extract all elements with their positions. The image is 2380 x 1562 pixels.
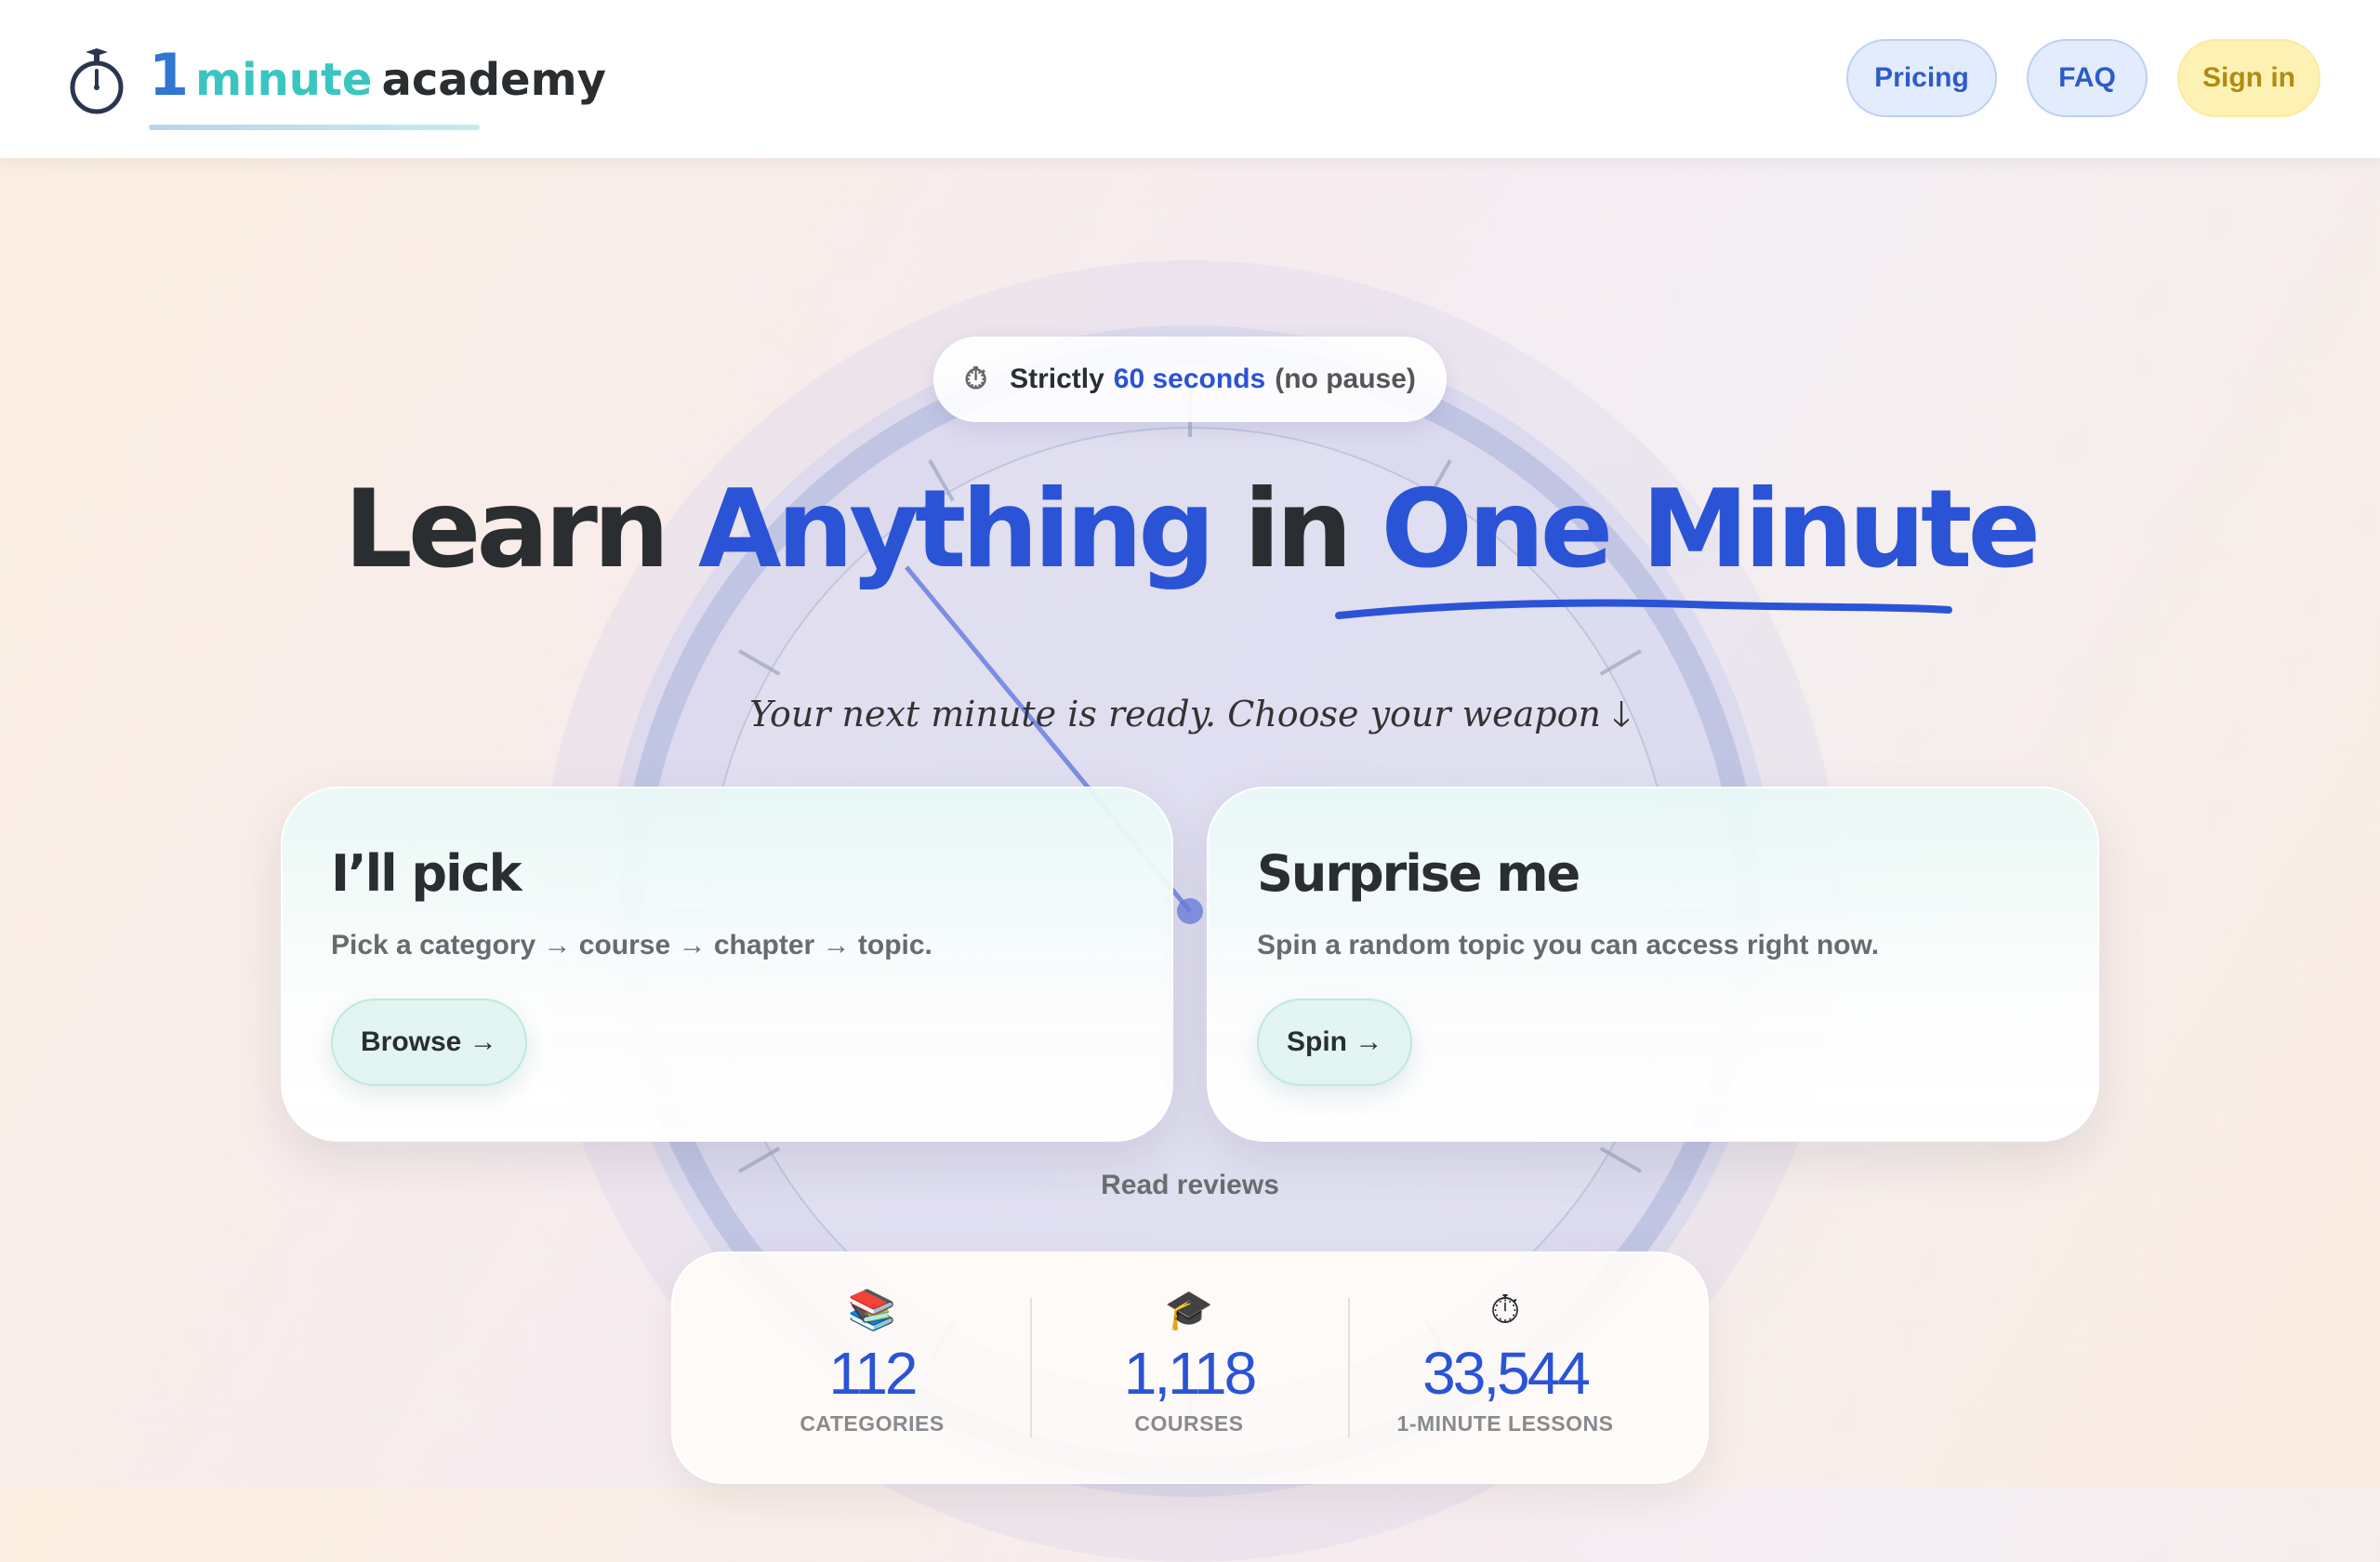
stopwatch-icon: ⏱: [964, 362, 988, 395]
faq-button[interactable]: FAQ: [2027, 39, 2148, 117]
badge-prefix: Strictly: [1010, 364, 1104, 394]
top-header: 1 minute academy Pricing FAQ Sign in: [0, 0, 2380, 158]
logo-text: 1 minute academy: [149, 46, 606, 104]
surprise-card[interactable]: Surprise me Spin a random topic you can …: [1207, 787, 2099, 1142]
stat-label: COURSES: [1134, 1411, 1244, 1436]
books-icon: 📚: [847, 1287, 897, 1332]
headline-word-in: in: [1243, 467, 1353, 592]
hero-headline: Learn Anything in One Minute: [0, 465, 2380, 594]
headline-one-minute: One Minute: [1381, 467, 2041, 592]
pick-card-title: I’ll pick: [331, 844, 522, 903]
headline-word-anything: Anything: [697, 467, 1215, 592]
stopwatch-icon: ⏱: [1489, 1287, 1521, 1332]
graduation-cap-icon: 🎓: [1164, 1287, 1214, 1332]
stat-value: 112: [828, 1340, 918, 1407]
logo-word-minute: minute: [195, 54, 373, 106]
arrow-down-icon: 🡓: [1612, 694, 1631, 735]
time-limit-badge: ⏱ Strictly 60 seconds (no pause): [933, 337, 1447, 422]
pricing-button[interactable]: Pricing: [1846, 39, 1997, 117]
pick-card-description: Pick a category → course → chapter → top…: [331, 930, 932, 960]
headline-word-learn: Learn: [343, 467, 670, 592]
logo-number: 1: [149, 41, 189, 109]
stat-value: 1,118: [1123, 1340, 1257, 1407]
read-reviews-link[interactable]: Read reviews: [0, 1170, 2380, 1201]
surprise-card-title: Surprise me: [1257, 844, 1580, 903]
stopwatch-logo-icon: [70, 48, 124, 114]
tagline-text: Your next minute is ready. Choose your w…: [749, 694, 1601, 735]
headline-underline-squiggle: [1335, 599, 1952, 619]
badge-highlight: 60 seconds: [1113, 364, 1266, 394]
sign-in-button[interactable]: Sign in: [2177, 39, 2320, 117]
spin-button[interactable]: Spin →: [1257, 999, 1413, 1086]
stat-label: 1-MINUTE LESSONS: [1396, 1411, 1614, 1436]
stat-courses: 🎓 1,118 COURSES: [1031, 1287, 1347, 1436]
logo-underline: [149, 125, 480, 130]
stats-panel: 📚 112 CATEGORIES 🎓 1,118 COURSES ⏱ 33,54…: [671, 1251, 1709, 1484]
hero-tagline: Your next minute is ready. Choose your w…: [0, 688, 2380, 748]
surprise-card-description: Spin a random topic you can access right…: [1257, 930, 1880, 960]
stat-categories: 📚 112 CATEGORIES: [714, 1287, 1030, 1436]
browse-button[interactable]: Browse →: [331, 999, 527, 1086]
stat-value: 33,544: [1422, 1340, 1591, 1407]
badge-suffix: (no pause): [1275, 364, 1416, 394]
stat-lessons: ⏱ 33,544 1-MINUTE LESSONS: [1347, 1287, 1663, 1436]
stat-label: CATEGORIES: [800, 1411, 945, 1436]
logo-word-academy: academy: [381, 54, 606, 106]
pick-card[interactable]: I’ll pick Pick a category → course → cha…: [281, 787, 1173, 1142]
